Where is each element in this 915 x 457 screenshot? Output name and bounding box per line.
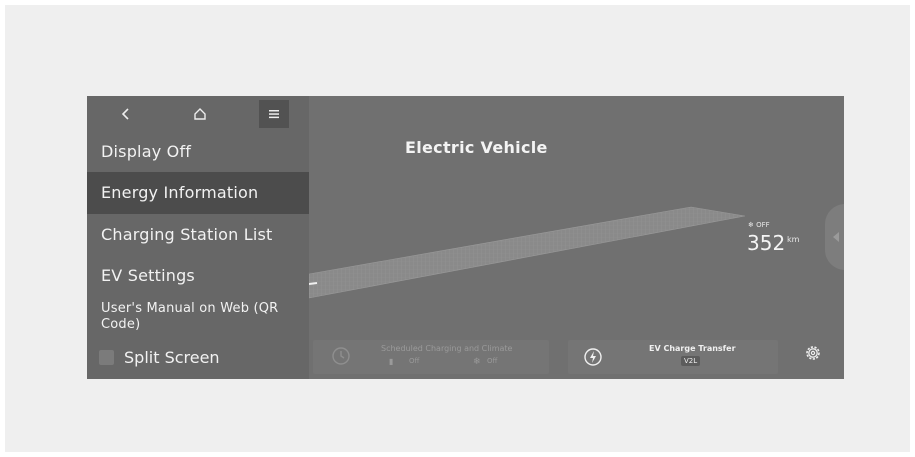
- v2l-badge: V2L: [681, 356, 701, 366]
- split-screen-label: Split Screen: [124, 348, 220, 367]
- home-button[interactable]: [185, 100, 215, 128]
- fan-icon: ❄: [473, 357, 481, 367]
- climate-status: Off: [487, 357, 498, 365]
- chevron-left-icon: [833, 232, 839, 242]
- menu-item-display-off[interactable]: Display Off: [87, 132, 309, 172]
- split-screen-toggle[interactable]: Split Screen: [87, 344, 309, 379]
- menu-item-charging-station-list[interactable]: Charging Station List: [87, 214, 309, 256]
- page-title: Electric Vehicle: [405, 138, 548, 157]
- sidebar-menu: Display Off Energy Information Charging …: [87, 96, 309, 379]
- ev-charge-transfer-title: EV Charge Transfer: [649, 344, 736, 353]
- menu-item-label: Charging Station List: [101, 225, 273, 244]
- menu-item-users-manual[interactable]: User's Manual on Web (QR Code): [87, 296, 309, 342]
- menu-item-energy-information[interactable]: Energy Information: [87, 172, 309, 214]
- climate-status-indicator: ❄ OFF: [748, 221, 770, 229]
- infotainment-screen: Display Off Energy Information Charging …: [87, 96, 844, 379]
- menu-icon: [269, 110, 279, 119]
- charging-status: Off: [409, 357, 420, 365]
- menu-button[interactable]: [259, 100, 289, 128]
- split-screen-checkbox[interactable]: [99, 350, 114, 365]
- menu-item-label: User's Manual on Web (QR Code): [101, 301, 279, 332]
- menu-item-ev-settings[interactable]: EV Settings: [87, 256, 309, 296]
- range-value: 352: [747, 231, 786, 255]
- chevron-left-icon: [121, 108, 129, 120]
- menu-item-label: EV Settings: [101, 266, 195, 285]
- ev-charge-transfer-widget[interactable]: EV Charge Transfer V2L: [568, 340, 778, 374]
- sidebar-topbar: [87, 96, 309, 132]
- menu-item-label: Energy Information: [101, 183, 259, 202]
- menu-item-label: Display Off: [101, 142, 192, 161]
- plug-icon: ▮: [389, 357, 394, 366]
- clock-icon: [332, 347, 350, 365]
- range-unit: km: [787, 235, 800, 244]
- scheduled-charging-widget[interactable]: Scheduled Charging and Climate ▮ Off ❄ O…: [313, 340, 549, 374]
- road-graphic: [309, 206, 745, 299]
- gear-icon[interactable]: [803, 343, 823, 363]
- back-button[interactable]: [111, 100, 141, 128]
- image-frame: Display Off Energy Information Charging …: [5, 5, 910, 452]
- scheduled-charging-title: Scheduled Charging and Climate: [381, 344, 513, 353]
- charge-transfer-icon: [584, 348, 602, 366]
- home-icon: [194, 108, 206, 120]
